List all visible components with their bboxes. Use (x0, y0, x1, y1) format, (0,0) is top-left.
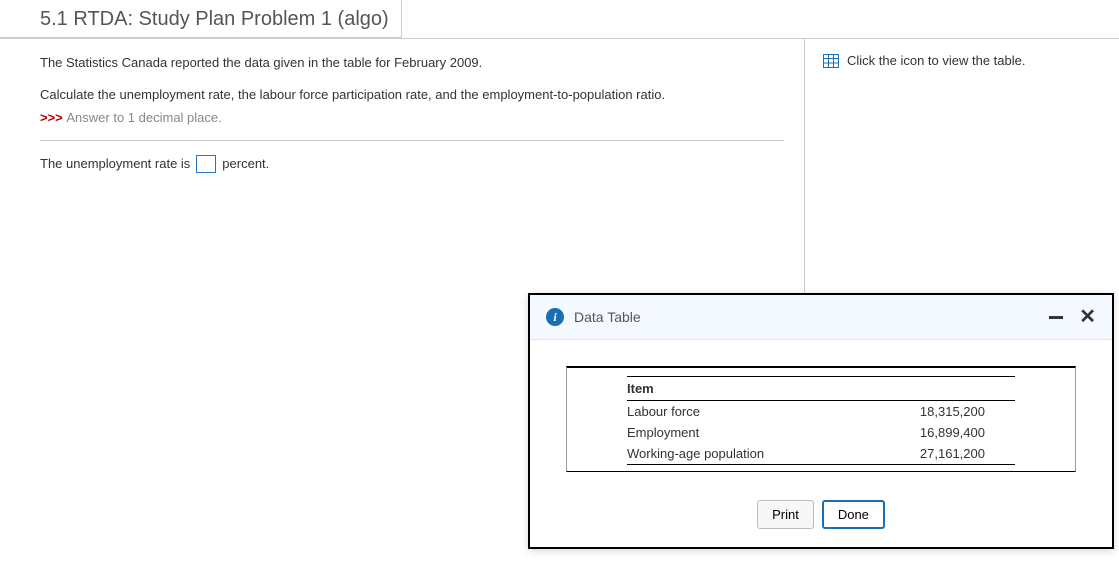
divider (40, 140, 784, 141)
question-intro: The Statistics Canada reported the data … (40, 53, 784, 73)
table-row: Employment 16,899,400 (627, 422, 1015, 443)
page-title: 5.1 RTDA: Study Plan Problem 1 (algo) (0, 0, 402, 38)
table-row: Labour force 18,315,200 (627, 401, 1015, 423)
answer-after: percent. (222, 156, 269, 171)
modal-title: Data Table (574, 309, 1039, 325)
answer-before: The unemployment rate is (40, 156, 190, 171)
table-icon (823, 54, 839, 68)
table-row: Working-age population 27,161,200 (627, 443, 1015, 465)
question-hint: >>> Answer to 1 decimal place. (40, 108, 784, 128)
info-icon: i (546, 308, 564, 326)
row-value: 27,161,200 (856, 443, 1015, 465)
minimize-icon[interactable] (1049, 316, 1063, 319)
row-label: Working-age population (627, 443, 856, 465)
row-label: Labour force (627, 401, 856, 423)
row-value: 16,899,400 (856, 422, 1015, 443)
table-header-item: Item (627, 377, 856, 401)
print-button[interactable]: Print (757, 500, 814, 529)
done-button[interactable]: Done (822, 500, 885, 529)
data-table-box: Item Labour force 18,315,200 Employment … (566, 366, 1076, 472)
row-value: 18,315,200 (856, 401, 1015, 423)
modal-header: i Data Table ✕ (530, 295, 1112, 340)
modal-footer: Print Done (530, 488, 1112, 547)
view-table-label: Click the icon to view the table. (847, 53, 1025, 68)
view-table-link[interactable]: Click the icon to view the table. (823, 53, 1079, 68)
answer-line: The unemployment rate is percent. (40, 155, 784, 173)
table-header-value (856, 377, 1015, 401)
hint-text: Answer to 1 decimal place. (66, 110, 221, 125)
modal-controls: ✕ (1049, 307, 1096, 327)
unemployment-rate-input[interactable] (196, 155, 216, 173)
data-table: Item Labour force 18,315,200 Employment … (627, 376, 1015, 465)
question-instruction: Calculate the unemployment rate, the lab… (40, 85, 784, 105)
row-label: Employment (627, 422, 856, 443)
data-table-modal: i Data Table ✕ Item Labour force 18,315,… (528, 293, 1114, 549)
close-icon[interactable]: ✕ (1079, 307, 1096, 327)
title-row: 5.1 RTDA: Study Plan Problem 1 (algo) (0, 0, 1119, 39)
hint-prefix: >>> (40, 110, 66, 125)
modal-body: Item Labour force 18,315,200 Employment … (530, 340, 1112, 488)
